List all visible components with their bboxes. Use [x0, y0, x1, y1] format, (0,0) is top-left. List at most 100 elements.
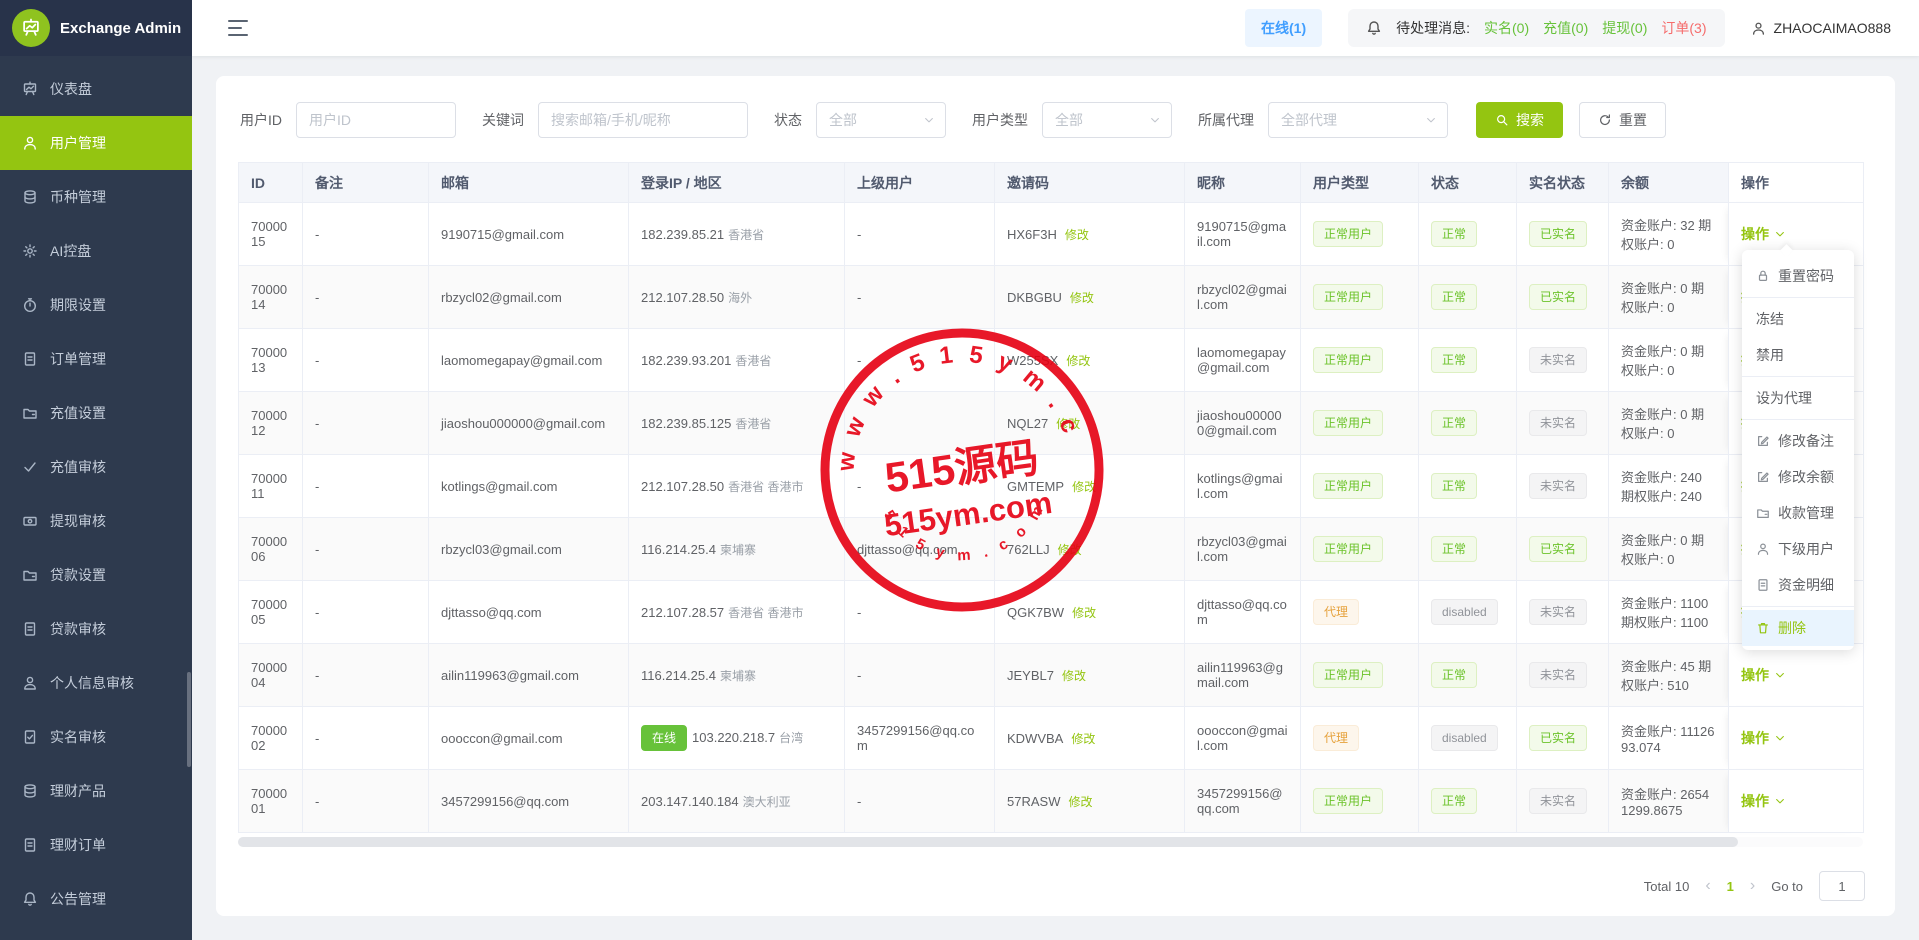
prev-page-button[interactable]: ‹ — [1705, 878, 1710, 894]
dropdown-item-reset-password[interactable]: 重置密码 — [1742, 258, 1854, 294]
sidebar-item-dashboard[interactable]: 仪表盘 — [0, 62, 192, 116]
sidebar-menu: 仪表盘用户管理币种管理 AI控盘期限设置订单管理充值设置充值审核提现审核贷款设置贷… — [0, 62, 192, 926]
cell-email: 3457299156@qq.com — [429, 770, 629, 833]
horizontal-scrollbar-thumb[interactable] — [238, 837, 1738, 847]
sidebar-item-coins[interactable]: 币种管理 — [0, 170, 192, 224]
dropdown-item-edit-remark[interactable]: 修改备注 — [1742, 423, 1854, 459]
modify-invite-code-link[interactable]: 修改 — [1072, 606, 1096, 620]
pending-link[interactable]: 订单(3) — [1661, 18, 1706, 38]
login-ip: 116.214.25.4 — [641, 668, 716, 683]
login-ip: 212.107.28.57 — [641, 605, 724, 620]
modify-invite-code-link[interactable]: 修改 — [1065, 228, 1089, 242]
login-ip: 212.107.28.50 — [641, 479, 724, 494]
cell-email: rbzycl03@gmail.com — [429, 518, 629, 581]
online-users-badge[interactable]: 在线(1) — [1245, 9, 1322, 47]
row-action-trigger[interactable]: 操作 — [1741, 791, 1786, 811]
status-tag: 正常用户 — [1313, 788, 1383, 814]
pending-link[interactable]: 提现(0) — [1602, 18, 1647, 38]
sidebar-item-label: 币种管理 — [50, 187, 106, 207]
status-tag: disabled — [1431, 599, 1498, 625]
user-id-input[interactable] — [296, 102, 456, 138]
modify-invite-code-link[interactable]: 修改 — [1068, 795, 1092, 809]
status-tag: 正常用户 — [1313, 536, 1383, 562]
user-menu[interactable]: ZHAOCAIMAO888 — [1751, 20, 1891, 36]
dropdown-item-freeze[interactable]: 冻结 — [1742, 301, 1854, 337]
dropdown-item-set-agent[interactable]: 设为代理 — [1742, 380, 1854, 416]
row-action-trigger[interactable]: 操作 — [1741, 665, 1786, 685]
sidebar-item-kyc-review[interactable]: 实名审核 — [0, 710, 192, 764]
cell-remark: - — [303, 266, 429, 329]
modify-invite-code-link[interactable]: 修改 — [1056, 417, 1080, 431]
modify-invite-code-link[interactable]: 修改 — [1072, 480, 1096, 494]
cell-login-ip-region: 182.239.93.201香港省 — [629, 329, 845, 392]
column-header: 昵称 — [1185, 163, 1301, 203]
sidebar-item-orders[interactable]: 订单管理 — [0, 332, 192, 386]
dropdown-item-sub-users[interactable]: 下级用户 — [1742, 531, 1854, 567]
user-icon — [1756, 542, 1770, 556]
status-select[interactable]: 全部 — [816, 102, 946, 138]
dropdown-item-edit-balance[interactable]: 修改余额 — [1742, 459, 1854, 495]
modify-invite-code-link[interactable]: 修改 — [1070, 291, 1094, 305]
login-ip: 212.107.28.50 — [641, 290, 724, 305]
cell-balance: 资金账户: 0 期权账户: 0 — [1609, 392, 1729, 455]
user-type-select-value: 全部 — [1055, 110, 1083, 130]
row-action-trigger[interactable]: 操作 — [1741, 728, 1786, 748]
dropdown-item-payment-manage[interactable]: 收款管理 — [1742, 495, 1854, 531]
cell-balance: 资金账户: 0 期权账户: 0 — [1609, 329, 1729, 392]
cell-balance: 资金账户: 26541299.8675 — [1609, 770, 1729, 833]
user-type-select[interactable]: 全部 — [1042, 102, 1172, 138]
invite-code: NQL27 — [1007, 416, 1048, 431]
goto-page-input[interactable] — [1819, 871, 1865, 901]
dropdown-item-delete[interactable]: 删除 — [1742, 610, 1854, 646]
modify-invite-code-link[interactable]: 修改 — [1066, 354, 1090, 368]
cell-user-type: 代理 — [1301, 581, 1419, 644]
pending-link[interactable]: 充值(0) — [1543, 18, 1588, 38]
search-button[interactable]: 搜索 — [1476, 102, 1563, 138]
status-tag: 正常 — [1431, 788, 1477, 814]
collapse-sidebar-icon[interactable] — [228, 20, 248, 36]
dropdown-item-label: 下级用户 — [1778, 539, 1834, 559]
lock-icon — [1756, 269, 1770, 283]
sidebar-item-label: 个人信息审核 — [50, 673, 134, 693]
modify-invite-code-link[interactable]: 修改 — [1058, 543, 1082, 557]
topbar-right: 在线(1) 待处理消息: 实名(0)充值(0)提现(0)订单(3) ZHAOCA… — [1245, 9, 1891, 47]
status-tag: 正常用户 — [1313, 347, 1383, 373]
sidebar-item-loan-review[interactable]: 贷款审核 — [0, 602, 192, 656]
sidebar-item-recharge-settings[interactable]: 充值设置 — [0, 386, 192, 440]
sidebar-scrollbar[interactable] — [187, 672, 191, 767]
keyword-input[interactable] — [538, 102, 748, 138]
cell-kyc-status: 已实名 — [1517, 203, 1609, 266]
sidebar-item-wealth-orders[interactable]: 理财订单 — [0, 818, 192, 872]
agent-select[interactable]: 全部代理 — [1268, 102, 1448, 138]
pagination-total: Total 10 — [1644, 879, 1690, 894]
current-page[interactable]: 1 — [1727, 879, 1734, 894]
next-page-button[interactable]: › — [1750, 878, 1755, 894]
folder-icon — [22, 567, 38, 583]
row-action-trigger[interactable]: 操作 — [1741, 224, 1786, 244]
sidebar-item-profile-review[interactable]: 个人信息审核 — [0, 656, 192, 710]
cell-email: kotlings@gmail.com — [429, 455, 629, 518]
column-header: 实名状态 — [1517, 163, 1609, 203]
sidebar-item-wealth-products[interactable]: 理财产品 — [0, 764, 192, 818]
cell-status: 正常 — [1419, 392, 1517, 455]
sidebar-item-terms[interactable]: 期限设置 — [0, 278, 192, 332]
cell-email: jiaoshou000000@gmail.com — [429, 392, 629, 455]
sidebar-item-withdraw-review[interactable]: 提现审核 — [0, 494, 192, 548]
pending-link[interactable]: 实名(0) — [1484, 18, 1529, 38]
sidebar-item-loan-settings[interactable]: 贷款设置 — [0, 548, 192, 602]
status-tag: 已实名 — [1529, 284, 1587, 310]
dropdown-item-disable[interactable]: 禁用 — [1742, 337, 1854, 373]
cell-nickname: 9190715@gmail.com — [1185, 203, 1301, 266]
cell-user-type: 正常用户 — [1301, 518, 1419, 581]
modify-invite-code-link[interactable]: 修改 — [1062, 669, 1086, 683]
sidebar-item-announcements[interactable]: 公告管理 — [0, 872, 192, 926]
sidebar-item-users[interactable]: 用户管理 — [0, 116, 192, 170]
sidebar-item-ai-control[interactable]: AI控盘 — [0, 224, 192, 278]
dropdown-item-label: 收款管理 — [1778, 503, 1834, 523]
dropdown-item-fund-details[interactable]: 资金明细 — [1742, 567, 1854, 603]
reset-button[interactable]: 重置 — [1579, 102, 1666, 138]
modify-invite-code-link[interactable]: 修改 — [1071, 732, 1095, 746]
sidebar-item-label: 贷款设置 — [50, 565, 106, 585]
sidebar-item-recharge-review[interactable]: 充值审核 — [0, 440, 192, 494]
cell-user-id: 7000004 — [239, 644, 303, 707]
